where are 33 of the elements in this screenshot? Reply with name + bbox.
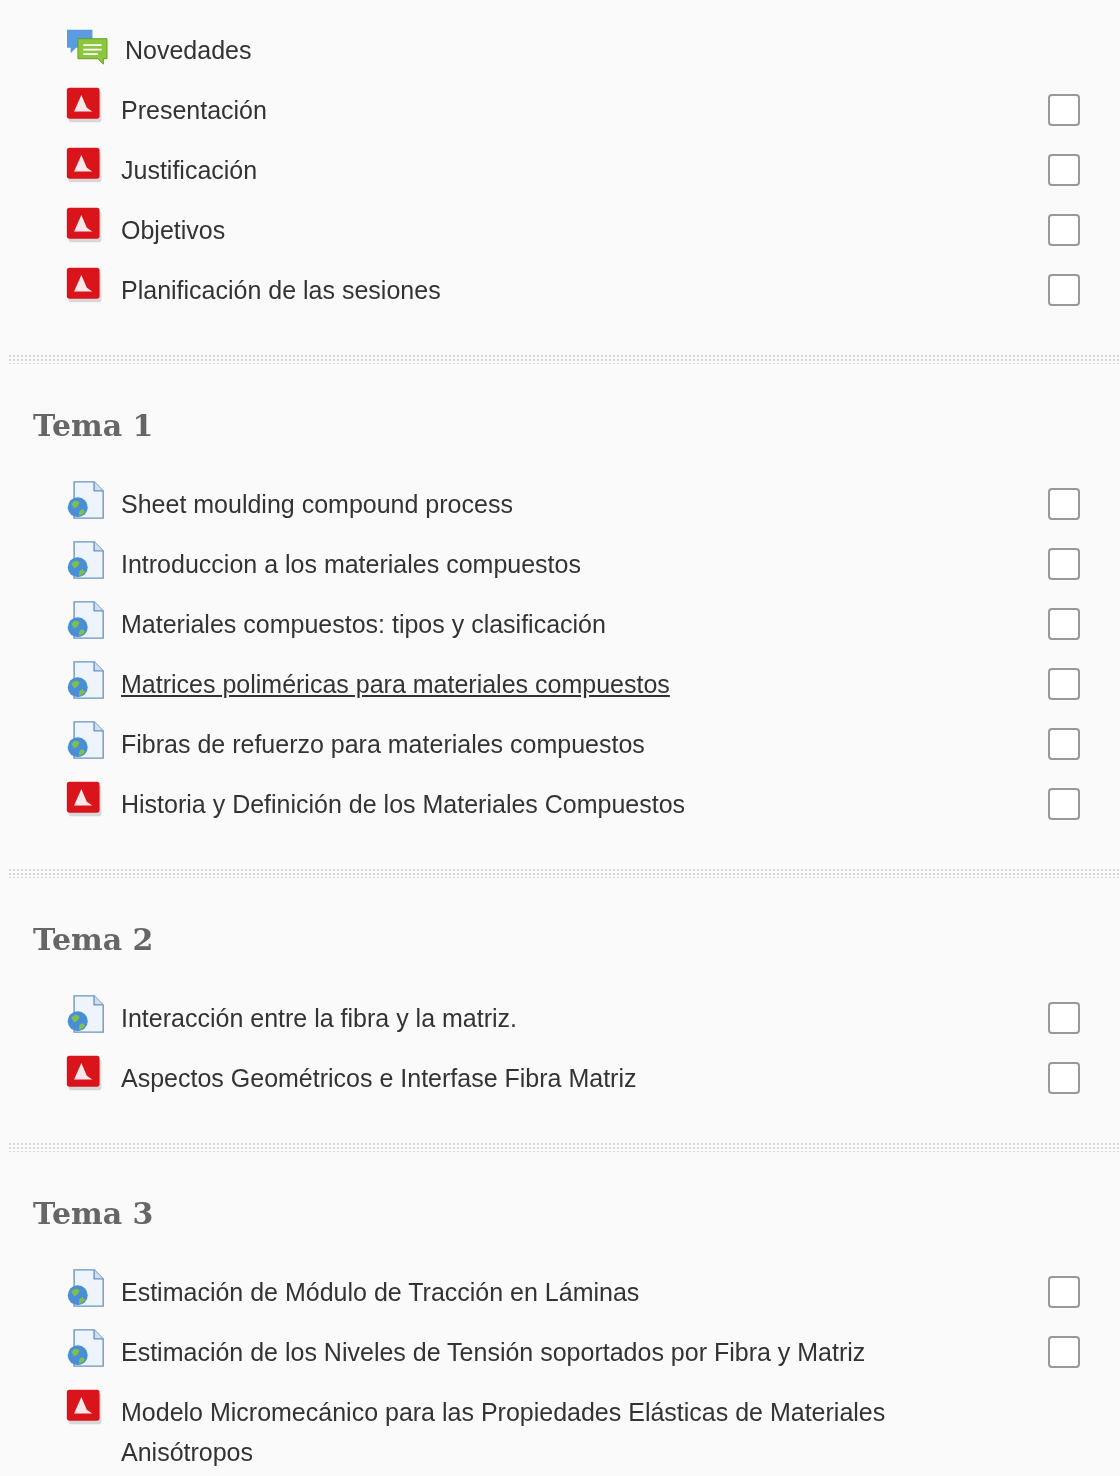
completion-checkbox[interactable] — [1048, 94, 1080, 126]
activity-link[interactable]: Materiales compuestos: tipos y clasificación — [121, 604, 606, 644]
section-heading: Tema 3 — [33, 1195, 154, 1233]
completion-checkbox[interactable] — [1048, 608, 1080, 640]
completion-checkbox[interactable] — [1048, 154, 1080, 186]
activity-link[interactable]: Justificación — [121, 150, 258, 190]
completion-checkbox[interactable] — [1048, 214, 1080, 246]
activity-link[interactable]: Objetivos — [121, 210, 226, 250]
activity-link[interactable]: Historia y Definición de los Materiales Compuestos — [121, 784, 686, 824]
completion-checkbox[interactable] — [1048, 1276, 1080, 1308]
completion-checkbox[interactable] — [1048, 1062, 1080, 1094]
activity-link[interactable]: Aspectos Geométricos e Interfase Fibra Matriz — [121, 1058, 637, 1098]
activity-link[interactable]: Planificación de las sesiones — [121, 270, 441, 310]
activity-link[interactable]: Introduccion a los materiales compuestos — [121, 544, 581, 584]
completion-checkbox[interactable] — [1048, 548, 1080, 580]
activity-link[interactable]: Modelo Micromecánico para las Propiedades Elásticas de Materiales Anisótropos — [121, 1392, 963, 1472]
activity-link[interactable]: Estimación de los Niveles de Tensión soportados por Fibra y Matriz — [121, 1332, 866, 1372]
completion-checkbox[interactable] — [1048, 668, 1080, 700]
completion-checkbox[interactable] — [1048, 1002, 1080, 1034]
completion-checkbox[interactable] — [1048, 728, 1080, 760]
activity-link[interactable]: Estimación de Módulo de Tracción en Láminas — [121, 1272, 640, 1312]
completion-checkbox[interactable] — [1048, 274, 1080, 306]
completion-checkbox[interactable] — [1048, 488, 1080, 520]
completion-checkbox[interactable] — [1048, 1336, 1080, 1368]
section-heading: Tema 2 — [33, 921, 154, 959]
activity-link[interactable]: Novedades — [125, 30, 252, 70]
activity-link[interactable]: Interacción entre la fibra y la matriz. — [121, 998, 517, 1038]
activity-link[interactable]: Matrices poliméricas para materiales compuestos — [121, 664, 670, 704]
activity-link[interactable]: Sheet moulding compound process — [121, 484, 513, 524]
section-heading: Tema 1 — [33, 407, 154, 445]
completion-checkbox[interactable] — [1048, 788, 1080, 820]
activity-link[interactable]: Presentación — [121, 90, 267, 130]
activity-link[interactable]: Fibras de refuerzo para materiales compuestos — [121, 724, 645, 764]
